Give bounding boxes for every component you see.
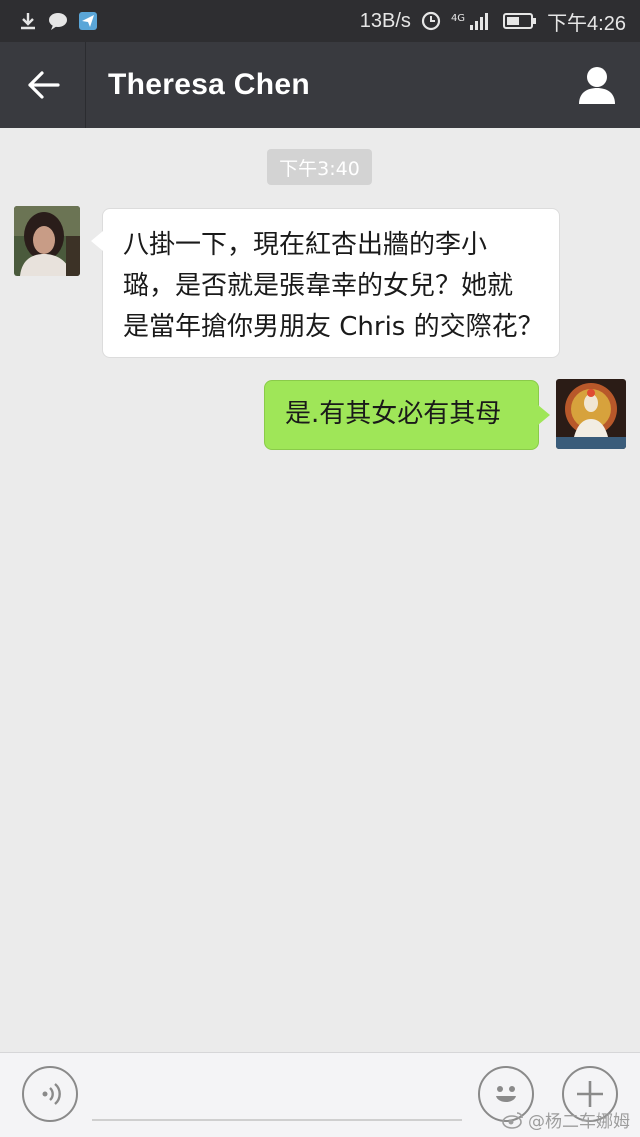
network-speed: 13B/s (359, 9, 411, 32)
signal-icon (470, 13, 489, 30)
message-line: 是當年搶你男朋友 Chris 的交際花？ (123, 312, 544, 342)
status-bar-right: 13B/s 4G 下午4:26 (360, 7, 626, 36)
chat-header: Theresa Chen (0, 42, 640, 128)
incoming-message-bubble[interactable]: 八掛一下，現在紅杏出牆的李小 璐，是否就是張韋幸的女兒？她就 是當年搶你男朋友 … (91, 208, 560, 358)
download-icon (21, 13, 35, 30)
battery-icon (503, 13, 537, 29)
clock: 下午4:26 (547, 12, 626, 35)
network-type: 4G (450, 12, 466, 24)
my-avatar-image (556, 379, 626, 449)
back-button[interactable] (0, 42, 86, 128)
chat-area[interactable]: 下午3:40 八掛一下，現在紅杏出牆的李小 璐，是否就是張韋幸的女兒？她就 是當… (0, 128, 640, 1052)
message-input[interactable] (92, 1067, 462, 1121)
profile-button[interactable] (576, 64, 618, 106)
voice-button[interactable] (22, 1066, 78, 1122)
weibo-icon (502, 1111, 523, 1129)
person-icon (579, 67, 615, 104)
back-arrow-icon (27, 71, 60, 99)
message-line: 八掛一下，現在紅杏出牆的李小 (123, 230, 488, 260)
voice-icon (42, 1083, 61, 1105)
chat-bubble-icon (49, 13, 67, 30)
chat-title: Theresa Chen (108, 68, 310, 101)
message-line: 璐，是否就是張韋幸的女兒？她就 (123, 271, 514, 301)
message-timestamp: 下午3:40 (267, 149, 372, 185)
message-line: 是.有其女必有其母 (285, 399, 502, 429)
contact-avatar[interactable] (14, 206, 80, 276)
watermark-text: @杨二车娜姆 (528, 1112, 630, 1132)
weibo-watermark: @杨二车娜姆 (502, 1107, 630, 1132)
emoji-icon (496, 1086, 516, 1102)
plus-icon (577, 1081, 603, 1107)
status-bar-left (18, 11, 98, 31)
status-bar: 13B/s 4G 下午4:26 (0, 0, 640, 42)
my-avatar[interactable] (556, 379, 626, 449)
data-saver-icon (421, 11, 441, 31)
send-app-icon (79, 12, 97, 30)
outgoing-message-bubble[interactable]: 是.有其女必有其母 (264, 380, 550, 450)
contact-avatar-image (14, 206, 80, 276)
